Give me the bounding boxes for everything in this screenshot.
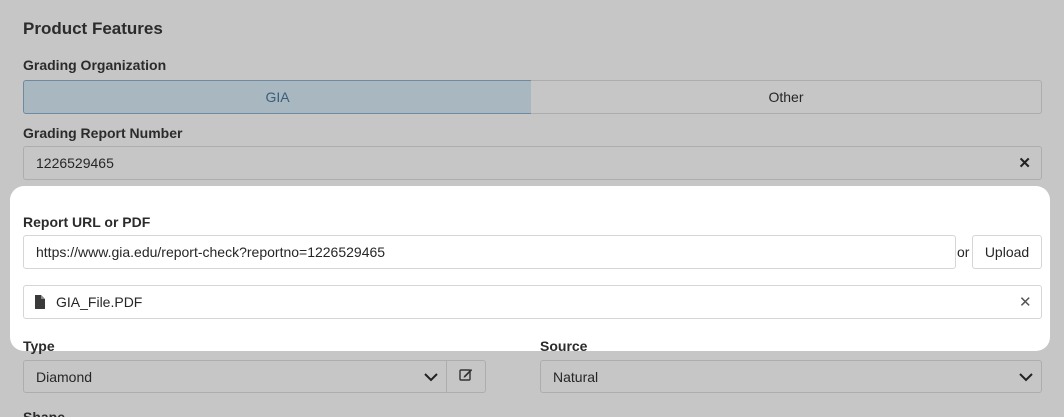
- report-url-input[interactable]: https://www.gia.edu/report-check?reportn…: [23, 235, 956, 269]
- file-name: GIA_File.PDF: [56, 294, 143, 310]
- report-url-label: Report URL or PDF: [23, 214, 151, 230]
- attached-file-row: [23, 285, 1042, 319]
- source-label: Source: [540, 338, 588, 354]
- type-value: Diamond: [36, 368, 93, 385]
- type-select[interactable]: Diamond: [23, 360, 447, 393]
- chevron-down-icon: [1019, 369, 1033, 385]
- chevron-down-icon: [424, 369, 438, 385]
- close-icon[interactable]: ✕: [1019, 293, 1032, 311]
- section-title: Product Features: [23, 19, 163, 38]
- report-url-value: https://www.gia.edu/report-check?reportn…: [36, 244, 386, 260]
- edit-type-button[interactable]: [446, 360, 486, 393]
- close-icon[interactable]: ✕: [1018, 154, 1031, 172]
- report-number-value: 1226529465: [36, 155, 114, 171]
- grading-org-label: Grading Organization: [23, 57, 167, 73]
- grading-org-option-gia[interactable]: GIA: [23, 80, 532, 114]
- report-number-label: Grading Report Number: [23, 125, 183, 141]
- file-icon: [34, 295, 46, 314]
- grading-org-option-other[interactable]: Other: [531, 80, 1042, 114]
- source-select[interactable]: Natural: [540, 360, 1042, 393]
- upload-button[interactable]: Upload: [972, 235, 1042, 269]
- edit-icon: [459, 367, 473, 386]
- source-value: Natural: [553, 368, 599, 385]
- or-separator: or: [957, 244, 970, 260]
- type-label: Type: [23, 338, 55, 354]
- shape-label: Shape: [23, 409, 66, 417]
- report-number-field[interactable]: 1226529465 ✕: [23, 146, 1042, 180]
